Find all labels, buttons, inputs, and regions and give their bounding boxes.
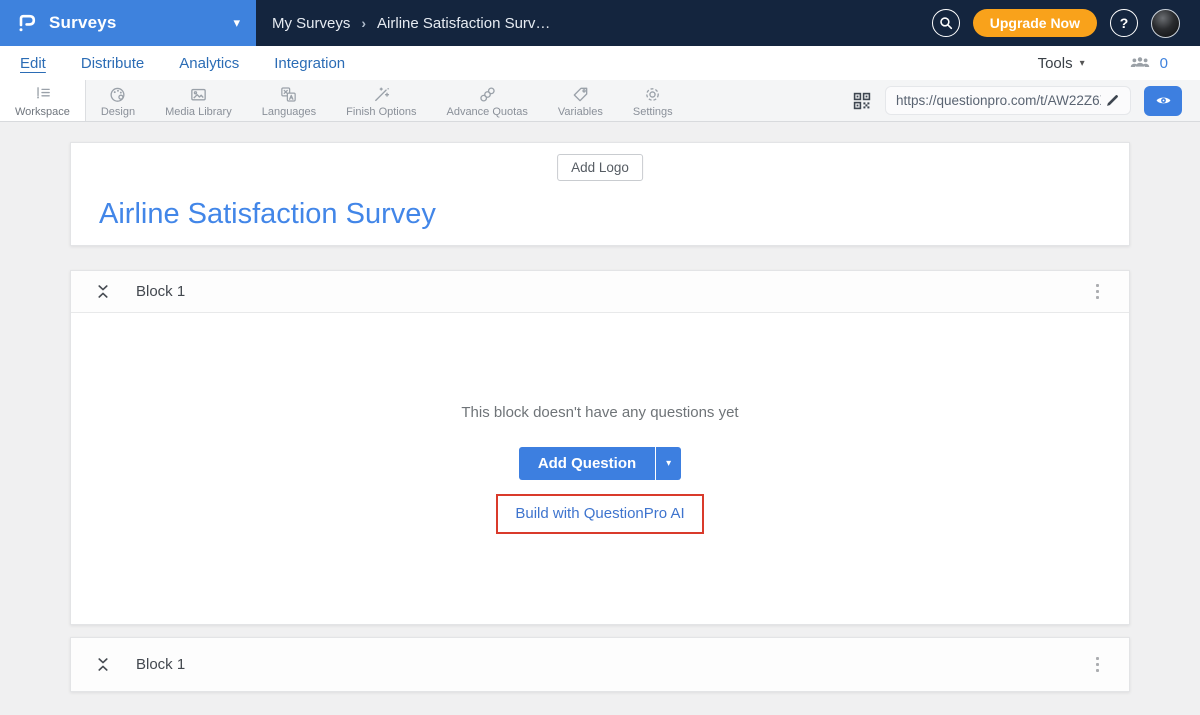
tab-edit[interactable]: Edit: [20, 55, 46, 72]
eye-icon: [1154, 91, 1173, 110]
breadcrumb-separator-icon: ›: [361, 15, 366, 31]
breadcrumb-my-surveys[interactable]: My Surveys: [272, 15, 350, 32]
product-name: Surveys: [49, 13, 117, 33]
block-name[interactable]: Block 1: [136, 656, 185, 673]
add-logo-button[interactable]: Add Logo: [557, 154, 643, 181]
people-icon: [1129, 54, 1151, 72]
toolbar-item-label: Languages: [262, 106, 316, 118]
empty-block-message: This block doesn't have any questions ye…: [461, 404, 738, 421]
survey-title[interactable]: Airline Satisfaction Survey: [99, 198, 436, 231]
toolbar-item-finish-options[interactable]: Finish Options: [331, 80, 431, 121]
annotation-highlight-box: Build with QuestionPro AI: [496, 494, 703, 534]
toolbar-item-workspace[interactable]: Workspace: [0, 80, 86, 121]
upgrade-now-button[interactable]: Upgrade Now: [973, 9, 1097, 37]
chevron-down-icon: ▾: [666, 458, 671, 469]
top-bar-actions: Upgrade Now ?: [932, 9, 1200, 38]
block-header: Block 1: [71, 271, 1129, 313]
palette-icon: [108, 85, 127, 104]
block-card-1: Block 1 This block doesn't have any ques…: [70, 270, 1130, 625]
add-question-dropdown-button[interactable]: ▾: [656, 447, 681, 480]
block-name[interactable]: Block 1: [136, 283, 185, 300]
tools-menu-button[interactable]: Tools ▾: [1038, 55, 1085, 72]
collaborators-count: 0: [1160, 55, 1168, 72]
collapse-block-icon[interactable]: [97, 657, 109, 672]
toolbar-item-label: Variables: [558, 106, 603, 118]
toolbar-item-label: Media Library: [165, 106, 232, 118]
toolbar-item-media-library[interactable]: Media Library: [150, 80, 247, 121]
share-controls: [852, 80, 1200, 121]
toolbar-item-label: Design: [101, 106, 135, 118]
collaborators-button[interactable]: 0: [1129, 54, 1168, 72]
toolbar-item-label: Settings: [633, 106, 673, 118]
toolbar-item-design[interactable]: Design: [86, 80, 150, 121]
survey-header-card: Add Logo Airline Satisfaction Survey: [70, 142, 1130, 246]
gear-icon: [643, 85, 662, 104]
tab-analytics[interactable]: Analytics: [179, 55, 239, 72]
toolbar-item-languages[interactable]: Languages: [247, 80, 331, 121]
tools-label: Tools: [1038, 55, 1073, 72]
chevron-down-icon: ▾: [1080, 58, 1085, 69]
question-mark-icon: ?: [1120, 15, 1129, 31]
user-avatar[interactable]: [1151, 9, 1180, 38]
survey-url-field: [885, 86, 1131, 115]
tab-distribute[interactable]: Distribute: [81, 55, 144, 72]
translate-icon: [279, 85, 298, 104]
survey-url-input[interactable]: [896, 93, 1101, 108]
section-tab-bar: Edit Distribute Analytics Integration To…: [0, 46, 1200, 80]
toolbar-item-advance-quotas[interactable]: Advance Quotas: [431, 80, 542, 121]
search-button[interactable]: [932, 9, 960, 37]
breadcrumb-survey-name[interactable]: Airline Satisfaction Surv…: [377, 15, 550, 32]
tab-integration[interactable]: Integration: [274, 55, 345, 72]
qr-code-icon[interactable]: [852, 91, 872, 111]
chain-icon: [478, 85, 497, 104]
help-button[interactable]: ?: [1110, 9, 1138, 37]
add-question-split-button: Add Question ▾: [519, 447, 681, 480]
chevron-down-icon[interactable]: ▾: [233, 15, 240, 31]
image-icon: [189, 85, 208, 104]
build-with-questionpro-ai-link[interactable]: Build with QuestionPro AI: [515, 505, 684, 522]
preview-survey-button[interactable]: [1144, 86, 1182, 116]
questionpro-logo-icon: [16, 12, 38, 34]
block-card-2: Block 1: [70, 637, 1130, 692]
editor-toolbar: Workspace Design: [0, 80, 1200, 122]
collapse-block-icon[interactable]: [97, 284, 109, 299]
top-bar: Surveys ▾ My Surveys › Airline Satisfact…: [0, 0, 1200, 46]
questionpro-app: Surveys ▾ My Surveys › Airline Satisfact…: [0, 0, 1200, 715]
add-question-button[interactable]: Add Question: [519, 447, 655, 480]
product-switcher[interactable]: Surveys ▾: [0, 0, 256, 46]
wand-icon: [372, 85, 391, 104]
block-menu-dots-icon[interactable]: [1092, 280, 1103, 304]
tab-bar-right: Tools ▾ 0: [1038, 54, 1180, 72]
toolbar-item-label: Finish Options: [346, 106, 416, 118]
edit-url-pencil-icon[interactable]: [1105, 93, 1120, 108]
survey-editor-canvas: Add Logo Airline Satisfaction Survey Blo…: [0, 122, 1200, 692]
breadcrumb: My Surveys › Airline Satisfaction Surv…: [272, 15, 550, 32]
workspace-icon: [33, 85, 52, 104]
block-menu-dots-icon[interactable]: [1092, 653, 1103, 677]
toolbar-item-settings[interactable]: Settings: [618, 80, 688, 121]
toolbar-item-label: Advance Quotas: [446, 106, 527, 118]
search-icon: [938, 15, 954, 31]
toolbar-item-label: Workspace: [15, 106, 70, 118]
toolbar-item-variables[interactable]: Variables: [543, 80, 618, 121]
block-body: This block doesn't have any questions ye…: [71, 313, 1129, 624]
block-header: Block 1: [71, 638, 1129, 691]
tag-icon: [571, 85, 590, 104]
